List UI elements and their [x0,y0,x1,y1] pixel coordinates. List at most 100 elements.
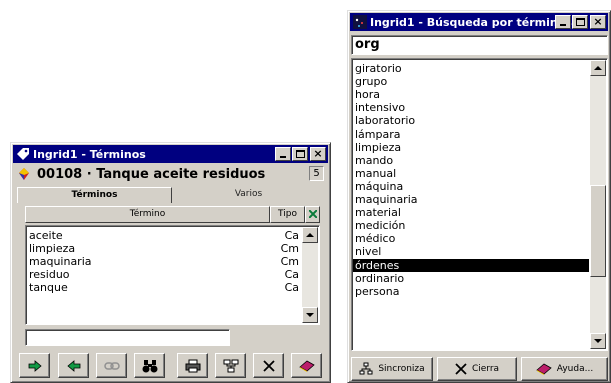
close-button[interactable]: × [590,15,606,29]
help-button[interactable] [291,353,322,378]
list-item[interactable]: giratorio [353,62,589,75]
scroll-down-button[interactable] [590,333,606,349]
row-term: residuo [29,268,70,281]
binoculars-icon [142,359,157,372]
list-item[interactable]: lámpara [353,128,589,141]
close-search-button-label: Cierra [471,364,500,374]
minimize-button[interactable] [275,147,291,161]
term-count: 5 [309,166,324,181]
table-row[interactable]: limpieza Cm [29,242,299,255]
row-type: Cm [280,255,299,268]
row-term: limpieza [29,242,76,255]
arrow-down-icon [594,339,602,343]
arrow-up-icon [306,233,314,237]
sync-button[interactable]: Sincroniza [351,357,433,381]
search-input[interactable]: org [351,35,608,55]
column-term[interactable]: Término [25,206,270,223]
list-item[interactable]: medición [353,219,589,232]
close-search-button[interactable]: Cierra [437,357,517,381]
list-item[interactable]: mando [353,154,589,167]
column-options-button[interactable] [305,206,320,223]
printer-icon [185,359,200,372]
term-input[interactable] [25,329,230,346]
search-window: Ingrid1 - Búsqueda por términos × org gi… [347,10,611,383]
scroll-up-button[interactable] [302,227,318,243]
close-icon: × [313,147,323,160]
table-row[interactable]: maquinaria Cm [29,255,299,268]
scroll-thumb[interactable] [590,185,606,277]
term-input-value [26,330,29,343]
list-item[interactable]: grupo [353,75,589,88]
column-header: Término Tipo [25,206,320,223]
row-term: tanque [29,281,68,294]
row-term: maquinaria [29,255,92,268]
arrow-down-icon [306,313,314,317]
previous-button[interactable] [58,353,89,378]
list-item[interactable]: material [353,206,589,219]
app-icon [353,15,367,29]
terms-list-scrollbar[interactable] [302,227,318,323]
link-icon [103,361,120,370]
arrow-left-icon [66,359,80,372]
maximize-icon [295,150,305,158]
link-button[interactable] [96,353,127,378]
terms-window: Ingrid1 - Términos × 00108 · Tanque acei… [10,142,331,383]
close-button[interactable]: × [310,147,326,161]
list-item[interactable]: hora [353,88,589,101]
print-button[interactable] [177,353,208,378]
term-list: giratorio grupo hora intensivo laboratorio lá… [351,58,608,351]
scroll-down-button[interactable] [302,307,318,323]
maximize-icon [575,18,585,26]
table-row[interactable]: aceite Ca [29,229,299,242]
table-row[interactable]: residuo Ca [29,268,299,281]
minimize-icon [280,156,286,158]
search-window-titlebar[interactable]: Ingrid1 - Búsqueda por términos × [350,13,608,31]
list-item[interactable]: máquina [353,180,589,193]
term-list-scrollbar[interactable] [590,60,606,349]
list-item[interactable]: laboratorio [353,114,589,127]
search-button[interactable] [134,353,165,378]
search-window-title: Ingrid1 - Búsqueda por términos [370,15,572,29]
maximize-button[interactable] [572,15,588,29]
help-search-button-label: Ayuda... [556,364,594,374]
minimize-button[interactable] [555,15,571,29]
row-type: Cm [280,242,299,255]
list-item-selected[interactable]: órdenes [353,258,589,272]
list-item[interactable]: intensivo [353,101,589,114]
network-icon [223,359,238,372]
arrow-right-icon [28,359,42,372]
record-title: 00108 · Tanque aceite residuos [37,166,266,182]
tag-icon [17,148,29,160]
table-row[interactable]: tanque Ca [29,281,299,294]
record-header: 00108 · Tanque aceite residuos [17,165,324,183]
arrow-up-icon [594,66,602,70]
terms-list: aceite Ca limpieza Cm maquinaria Cm resi… [25,225,320,325]
column-type[interactable]: Tipo [270,206,305,223]
list-item[interactable]: ordinario [353,272,589,285]
tab-terminos[interactable]: Términos [17,187,172,203]
close-icon: × [593,15,603,28]
toolbar [19,353,326,379]
maximize-button[interactable] [292,147,308,161]
next-button[interactable] [19,353,50,378]
book-icon [298,360,315,372]
tab-strip: Términos Varios [17,187,323,203]
book-icon [536,363,552,375]
related-terms-button[interactable] [215,353,246,378]
list-item[interactable]: médico [353,232,589,245]
list-item[interactable]: persona [353,285,589,298]
delete-button[interactable] [253,353,284,378]
list-item[interactable]: maquinaria [353,193,589,206]
scroll-up-button[interactable] [590,60,606,76]
list-item[interactable]: manual [353,167,589,180]
close-x-icon [455,363,467,375]
row-type: Ca [284,268,299,281]
tab-varios[interactable]: Varios [174,187,323,203]
hierarchy-icon [359,362,373,375]
search-input-value: org [355,37,380,52]
delete-icon [262,359,275,372]
list-item[interactable]: nivel [353,245,589,258]
help-search-button[interactable]: Ayuda... [521,357,608,381]
terms-window-titlebar[interactable]: Ingrid1 - Términos × [13,145,328,163]
list-item[interactable]: limpieza [353,141,589,154]
